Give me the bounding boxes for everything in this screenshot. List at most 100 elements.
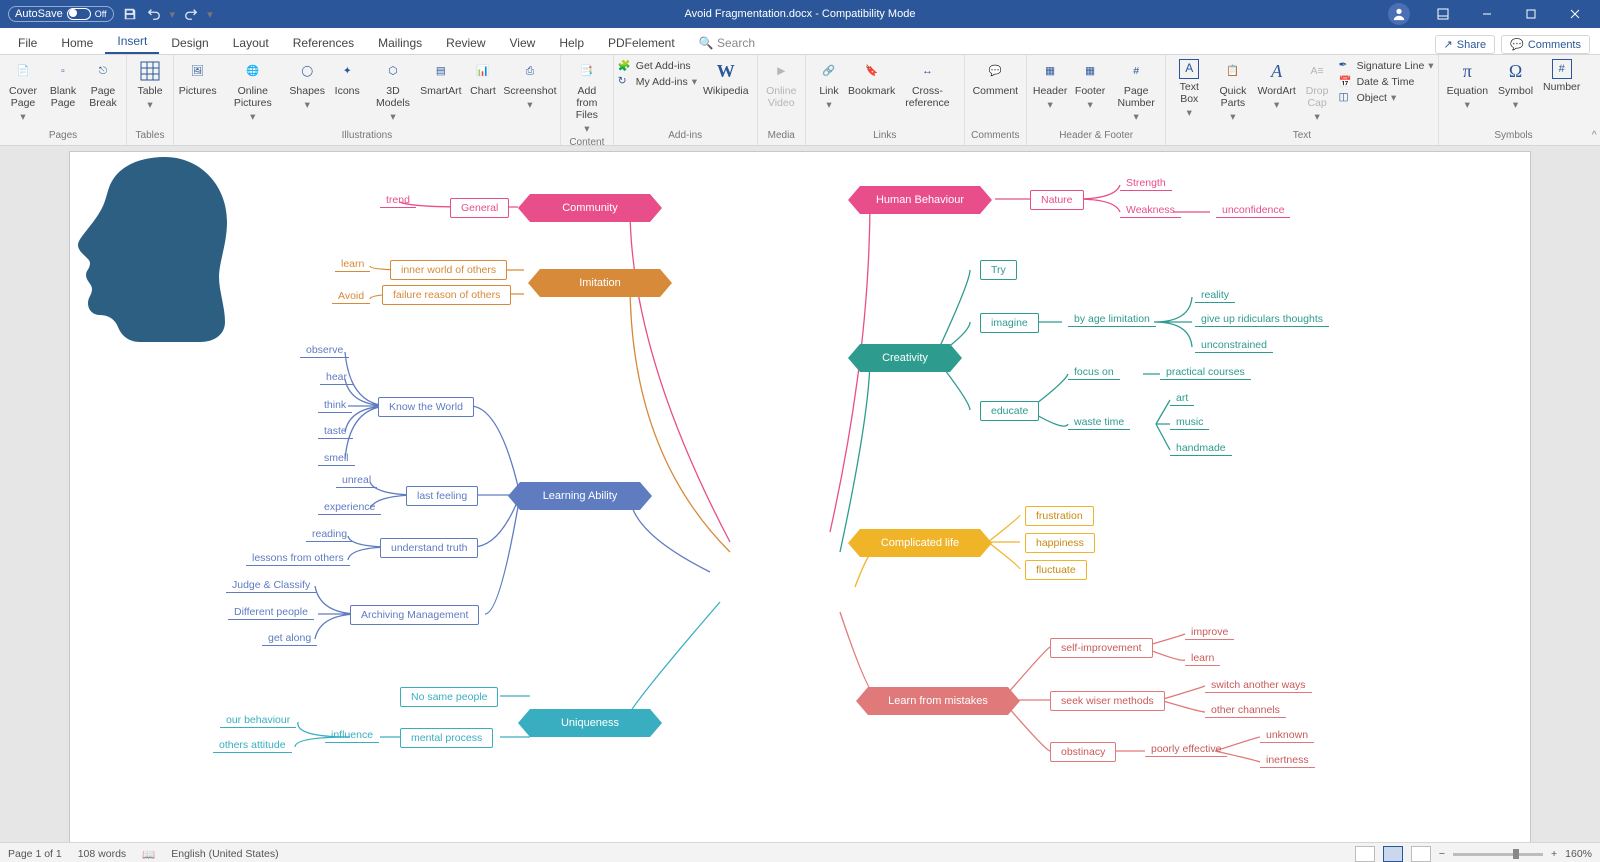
status-page[interactable]: Page 1 of 1 [8, 848, 62, 860]
ribbon-options-button[interactable] [1422, 0, 1464, 28]
wordart-button[interactable]: AWordArt▾ [1258, 57, 1296, 113]
smartart-button[interactable]: ▤SmartArt [420, 57, 462, 99]
undo-icon[interactable] [146, 6, 162, 22]
object-button[interactable]: ◫Object ▾ [1339, 91, 1397, 105]
quick-parts-button[interactable]: 📋Quick Parts▾ [1210, 57, 1255, 125]
icons-button[interactable]: ✦Icons [328, 57, 366, 99]
footer-button[interactable]: ▦Footer▾ [1071, 57, 1109, 113]
date-time-button[interactable]: 📅Date & Time [1339, 75, 1415, 89]
add-from-files-button[interactable]: 📑Add from Files▾ [565, 57, 609, 137]
search-box[interactable]: 🔍 Search [687, 32, 767, 54]
collapse-ribbon-icon[interactable]: ^ [1588, 55, 1600, 145]
node-imagine[interactable]: imagine [980, 313, 1039, 333]
blank-page-button[interactable]: ▫Blank Page [44, 57, 82, 111]
comments-button[interactable]: 💬 Comments [1501, 35, 1590, 54]
node-creativity[interactable]: Creativity [860, 344, 950, 372]
node-human-behaviour[interactable]: Human Behaviour [860, 186, 980, 214]
tab-references[interactable]: References [281, 32, 366, 54]
node-archiving[interactable]: Archiving Management [350, 605, 479, 625]
tab-layout[interactable]: Layout [221, 32, 281, 54]
node-learn-mistakes[interactable]: Learn from mistakes [868, 687, 1008, 715]
node-learning-ability[interactable]: Learning Ability [520, 482, 640, 510]
my-addins-button[interactable]: ↻My Add-ins ▾ [618, 75, 697, 89]
node-no-same[interactable]: No same people [400, 687, 498, 707]
status-language[interactable]: English (United States) [171, 848, 278, 860]
tab-home[interactable]: Home [49, 32, 105, 54]
equation-button[interactable]: πEquation▾ [1443, 57, 1492, 113]
view-web-layout[interactable] [1411, 846, 1431, 862]
header-button[interactable]: ▦Header▾ [1031, 57, 1069, 113]
spellcheck-icon[interactable]: 📖 [142, 848, 155, 861]
user-avatar-icon[interactable] [1388, 3, 1410, 25]
page-number-button[interactable]: #Page Number▾ [1111, 57, 1161, 125]
node-uniqueness[interactable]: Uniqueness [530, 709, 650, 737]
online-pictures-button[interactable]: 🌐Online Pictures▾ [219, 57, 286, 125]
node-general[interactable]: General [450, 198, 509, 218]
page-break-button[interactable]: ⎋Page Break [84, 57, 122, 111]
qat-customize-icon[interactable]: ▾ [207, 8, 213, 21]
node-understand-truth[interactable]: understand truth [380, 538, 478, 558]
signature-line-button[interactable]: ✒Signature Line ▾ [1339, 59, 1434, 73]
tab-review[interactable]: Review [434, 32, 497, 54]
node-failure-reason[interactable]: failure reason of others [382, 285, 511, 305]
autosave-toggle[interactable]: AutoSaveOff [8, 6, 114, 22]
node-happiness[interactable]: happiness [1025, 533, 1095, 553]
maximize-button[interactable] [1510, 0, 1552, 28]
chart-button[interactable]: 📊Chart [464, 57, 502, 99]
zoom-slider[interactable] [1453, 853, 1543, 856]
shapes-button[interactable]: ◯Shapes▾ [288, 57, 326, 113]
wikipedia-button[interactable]: WWikipedia [699, 57, 753, 99]
node-educate[interactable]: educate [980, 401, 1039, 421]
undo-dropdown-icon[interactable]: ▾ [170, 8, 176, 21]
zoom-out-button[interactable]: − [1439, 848, 1445, 860]
node-know-world[interactable]: Know the World [378, 397, 474, 417]
close-button[interactable] [1554, 0, 1596, 28]
comment-button[interactable]: 💬Comment [969, 57, 1023, 99]
text-box-button[interactable]: AText Box▾ [1170, 57, 1208, 121]
view-read-mode[interactable] [1355, 846, 1375, 862]
link-button[interactable]: 🔗Link▾ [810, 57, 848, 113]
bookmark-button[interactable]: 🔖Bookmark [850, 57, 893, 99]
screenshot-button[interactable]: ⎙Screenshot▾ [504, 57, 556, 113]
node-try[interactable]: Try [980, 260, 1017, 280]
node-imitation[interactable]: Imitation [540, 269, 660, 297]
table-button[interactable]: Table▾ [131, 57, 169, 113]
node-complicated-life[interactable]: Complicated life [860, 529, 980, 557]
node-community[interactable]: Community [530, 194, 650, 222]
tab-pdfelement[interactable]: PDFelement [596, 32, 687, 54]
pictures-button[interactable]: 🖼Pictures [178, 57, 217, 99]
leaf-our-behaviour: our behaviour [220, 714, 296, 728]
save-icon[interactable] [122, 6, 138, 22]
number-button[interactable]: #Number [1539, 57, 1584, 95]
node-obstinacy[interactable]: obstinacy [1050, 742, 1116, 762]
tab-view[interactable]: View [498, 32, 548, 54]
node-fluctuate[interactable]: fluctuate [1025, 560, 1087, 580]
node-seek-wiser[interactable]: seek wiser methods [1050, 691, 1165, 711]
redo-icon[interactable] [183, 6, 199, 22]
tab-insert[interactable]: Insert [105, 30, 159, 54]
tab-design[interactable]: Design [159, 32, 220, 54]
view-print-layout[interactable] [1383, 846, 1403, 862]
get-addins-button[interactable]: 🧩Get Add-ins [618, 59, 691, 73]
zoom-in-button[interactable]: + [1551, 848, 1557, 860]
tab-file[interactable]: File [6, 32, 49, 54]
node-mental-process[interactable]: mental process [400, 728, 493, 748]
status-words[interactable]: 108 words [78, 848, 126, 860]
node-nature[interactable]: Nature [1030, 190, 1084, 210]
tab-mailings[interactable]: Mailings [366, 32, 434, 54]
node-last-feeling[interactable]: last feeling [406, 486, 478, 506]
node-frustration[interactable]: frustration [1025, 506, 1094, 526]
leaf-smell: smell [318, 452, 355, 466]
document-page[interactable]: Know yourself Community General trend Im… [70, 152, 1530, 842]
leaf-reading: reading [306, 528, 353, 542]
cross-reference-button[interactable]: ↔Cross-reference [895, 57, 959, 111]
node-self-improvement[interactable]: self-improvement [1050, 638, 1153, 658]
tab-help[interactable]: Help [547, 32, 596, 54]
minimize-button[interactable] [1466, 0, 1508, 28]
node-inner-world[interactable]: inner world of others [390, 260, 507, 280]
3d-models-button[interactable]: ⬡3D Models▾ [368, 57, 418, 125]
symbol-button[interactable]: ΩSymbol▾ [1494, 57, 1537, 113]
zoom-level[interactable]: 160% [1565, 848, 1592, 860]
share-button[interactable]: ↗ Share [1435, 35, 1496, 54]
cover-page-button[interactable]: 📄Cover Page▾ [4, 57, 42, 125]
